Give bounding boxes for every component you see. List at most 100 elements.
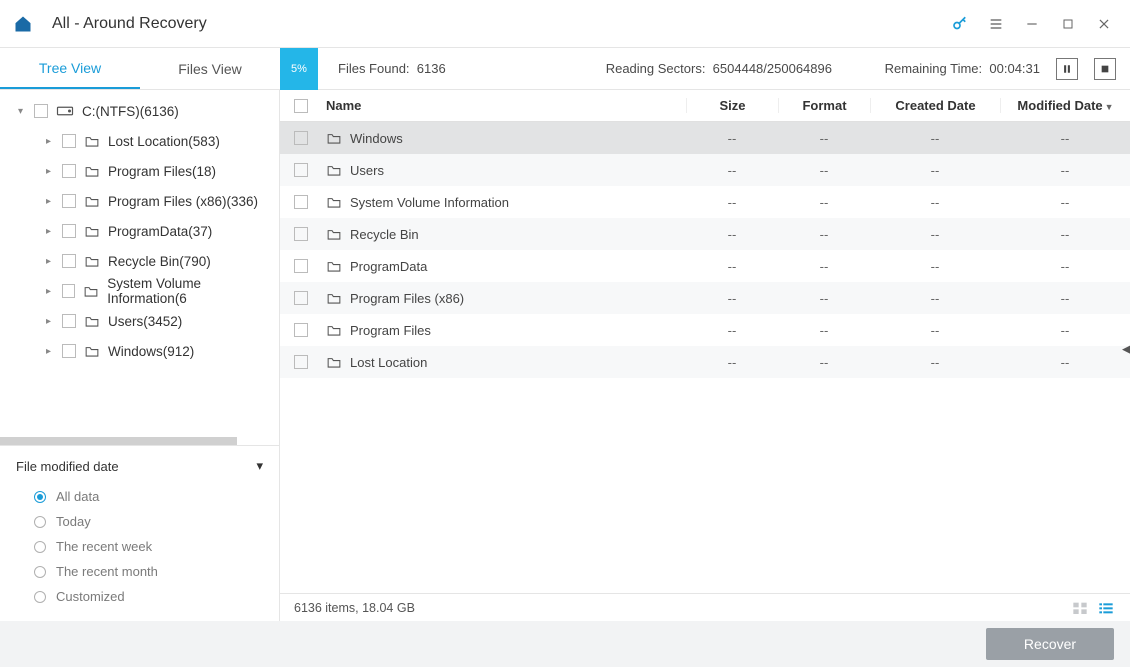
table-row[interactable]: Lost Location-------- [280, 346, 1130, 378]
cell-name: ProgramData [322, 259, 686, 274]
summary-text: 6136 items, 18.04 GB [294, 601, 415, 615]
minimize-button[interactable] [1018, 10, 1046, 38]
col-name[interactable]: Name [322, 98, 686, 113]
chevron-right-icon[interactable]: ▸ [46, 256, 58, 267]
chevron-right-icon[interactable]: ▸ [46, 226, 58, 237]
folder-icon [326, 260, 342, 273]
col-size[interactable]: Size [686, 98, 778, 113]
cell-created: -- [870, 163, 1000, 178]
tab-files-view[interactable]: Files View [140, 48, 280, 89]
row-checkbox[interactable] [280, 163, 322, 177]
row-name: ProgramData [350, 259, 427, 274]
table-row[interactable]: Program Files-------- [280, 314, 1130, 346]
col-created[interactable]: Created Date [870, 98, 1000, 113]
filter-option[interactable]: Today [16, 509, 263, 534]
checkbox[interactable] [62, 314, 76, 328]
radio[interactable] [34, 541, 46, 553]
table-row[interactable]: System Volume Information-------- [280, 186, 1130, 218]
folder-icon [84, 135, 100, 148]
checkbox[interactable] [62, 224, 76, 238]
chevron-right-icon[interactable]: ▸ [46, 316, 58, 327]
checkbox[interactable] [62, 134, 76, 148]
cell-format: -- [778, 131, 870, 146]
tab-tree-view[interactable]: Tree View [0, 48, 140, 89]
radio[interactable] [34, 566, 46, 578]
filter-option[interactable]: All data [16, 484, 263, 509]
drive-icon [56, 104, 74, 118]
tree-item[interactable]: ▸Windows(912) [0, 336, 279, 366]
row-checkbox[interactable] [280, 195, 322, 209]
cell-created: -- [870, 291, 1000, 306]
checkbox[interactable] [62, 344, 76, 358]
radio[interactable] [34, 516, 46, 528]
key-icon[interactable] [946, 10, 974, 38]
chevron-right-icon[interactable]: ▸ [46, 166, 58, 177]
content-footer: 6136 items, 18.04 GB [280, 593, 1130, 621]
folder-icon [326, 324, 342, 337]
filter-option[interactable]: The recent month [16, 559, 263, 584]
row-checkbox[interactable] [280, 291, 322, 305]
chevron-right-icon[interactable]: ▸ [46, 136, 58, 147]
row-checkbox[interactable] [280, 259, 322, 273]
tree-item[interactable]: ▸Program Files (x86)(336) [0, 186, 279, 216]
row-checkbox[interactable] [280, 131, 322, 145]
stop-button[interactable] [1094, 58, 1116, 80]
tree-item[interactable]: ▸Users(3452) [0, 306, 279, 336]
row-checkbox[interactable] [280, 355, 322, 369]
col-modified[interactable]: Modified Date▼ [1000, 98, 1130, 113]
radio[interactable] [34, 491, 46, 503]
cell-modified: -- [1000, 323, 1130, 338]
tree-item-label: Recycle Bin(790) [108, 254, 211, 269]
checkbox[interactable] [62, 284, 76, 298]
table-row[interactable]: Program Files (x86)-------- [280, 282, 1130, 314]
table-header: Name Size Format Created Date Modified D… [280, 90, 1130, 122]
cell-name: Program Files (x86) [322, 291, 686, 306]
table-row[interactable]: Recycle Bin-------- [280, 218, 1130, 250]
checkbox[interactable] [62, 254, 76, 268]
window-title: All - Around Recovery [52, 15, 207, 33]
tree-item[interactable]: ▸Program Files(18) [0, 156, 279, 186]
chevron-right-icon[interactable]: ▸ [46, 196, 58, 207]
cell-created: -- [870, 259, 1000, 274]
col-format[interactable]: Format [778, 98, 870, 113]
chevron-right-icon[interactable]: ▸ [46, 286, 58, 297]
chevron-down-icon[interactable]: ▾ [18, 106, 30, 117]
filter-option[interactable]: The recent week [16, 534, 263, 559]
tree-item[interactable]: ▸ Recycle Bin(790) [0, 246, 279, 276]
filter-option[interactable]: Customized [16, 584, 263, 609]
table-body: Windows--------Users--------System Volum… [280, 122, 1130, 593]
list-view-icon[interactable] [1098, 601, 1116, 615]
table-row[interactable]: ProgramData-------- [280, 250, 1130, 282]
filter-title[interactable]: File modified date ▾ [16, 458, 263, 474]
cell-format: -- [778, 355, 870, 370]
tree-item[interactable]: ▸ Lost Location(583) [0, 126, 279, 156]
tree-item[interactable]: ▸System Volume Information(6 [0, 276, 279, 306]
filter-option-label: All data [56, 489, 99, 504]
cell-size: -- [686, 323, 778, 338]
home-icon[interactable] [12, 13, 34, 35]
close-button[interactable] [1090, 10, 1118, 38]
chevron-right-icon[interactable]: ▸ [46, 346, 58, 357]
table-row[interactable]: Users-------- [280, 154, 1130, 186]
checkbox[interactable] [62, 164, 76, 178]
maximize-button[interactable] [1054, 10, 1082, 38]
row-checkbox[interactable] [280, 323, 322, 337]
table-row[interactable]: Windows-------- [280, 122, 1130, 154]
grid-view-icon[interactable] [1072, 601, 1090, 615]
recover-button[interactable]: Recover [986, 628, 1114, 660]
checkbox[interactable] [34, 104, 48, 118]
checkbox[interactable] [62, 194, 76, 208]
reading-value: 6504448/250064896 [713, 61, 832, 76]
horizontal-scrollbar[interactable] [0, 437, 279, 445]
row-checkbox[interactable] [280, 227, 322, 241]
cell-format: -- [778, 323, 870, 338]
radio[interactable] [34, 591, 46, 603]
tree-item[interactable]: ▸ProgramData(37) [0, 216, 279, 246]
remaining-label: Remaining Time: [885, 61, 983, 76]
pause-button[interactable] [1056, 58, 1078, 80]
select-all-checkbox[interactable] [280, 99, 322, 113]
tree-root[interactable]: ▾ C:(NTFS)(6136) [0, 96, 279, 126]
tree-item-label: Lost Location(583) [108, 134, 220, 149]
menu-icon[interactable] [982, 10, 1010, 38]
expand-panel-icon[interactable]: ◀ [1122, 340, 1130, 358]
